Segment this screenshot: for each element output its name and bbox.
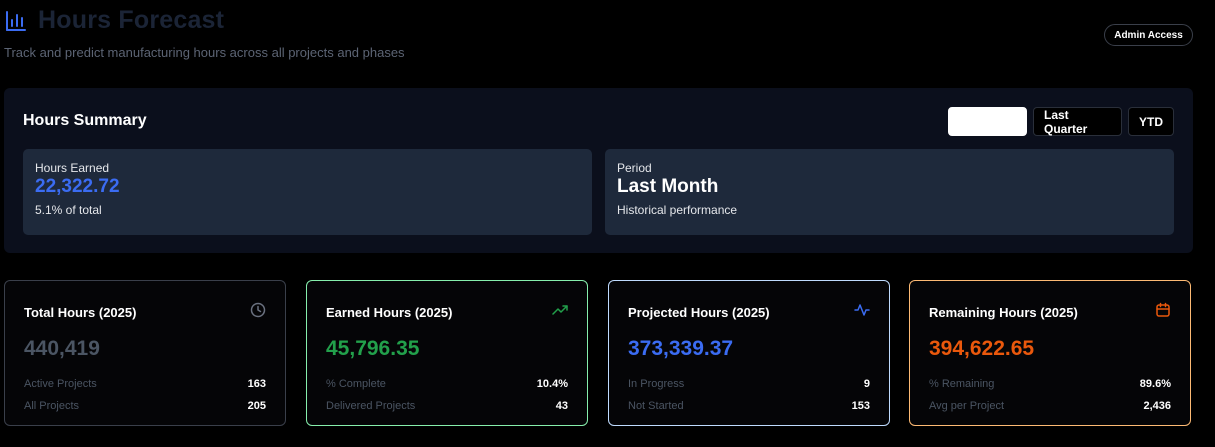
period-card: Period Last Month Historical performance bbox=[605, 149, 1174, 235]
stat-row-value: 153 bbox=[851, 400, 870, 412]
hours-earned-label: Hours Earned bbox=[35, 161, 110, 175]
stat-row: In Progress 9 bbox=[628, 373, 870, 395]
stat-row: % Complete 10.4% bbox=[326, 373, 568, 395]
remaining-hours-title: Remaining Hours (2025) bbox=[929, 305, 1078, 320]
stat-row-label: % Remaining bbox=[929, 378, 995, 390]
stat-row-value: 9 bbox=[863, 378, 870, 390]
stat-row-value: 2,436 bbox=[1143, 400, 1171, 412]
projected-hours-value: 373,339.37 bbox=[628, 337, 734, 360]
total-hours-value: 440,419 bbox=[24, 337, 100, 360]
period-button-ytd[interactable]: YTD bbox=[1128, 107, 1174, 136]
stat-row-value: 10.4% bbox=[536, 378, 568, 390]
earned-hours-title: Earned Hours (2025) bbox=[326, 305, 453, 320]
hours-earned-value: 22,322.72 bbox=[35, 176, 120, 197]
earned-hours-value: 45,796.35 bbox=[326, 337, 420, 360]
stat-row: Avg per Project 2,436 bbox=[929, 395, 1171, 417]
stat-row-value: 205 bbox=[247, 400, 266, 412]
activity-icon bbox=[854, 302, 870, 323]
stat-row: Active Projects 163 bbox=[24, 373, 266, 395]
period-label: Period bbox=[617, 161, 652, 175]
calendar-icon bbox=[1155, 302, 1171, 323]
stat-row: Not Started 153 bbox=[628, 395, 870, 417]
period-button-last-month[interactable] bbox=[948, 107, 1027, 136]
stat-row-label: Not Started bbox=[628, 400, 684, 412]
projected-hours-card: Projected Hours (2025) 373,339.37 In Pro… bbox=[608, 280, 890, 426]
page-subtitle: Track and predict manufacturing hours ac… bbox=[4, 45, 405, 60]
period-selector: Last Quarter YTD bbox=[948, 107, 1174, 136]
stat-row-label: Avg per Project bbox=[929, 400, 1005, 412]
stat-row-value: 43 bbox=[555, 400, 568, 412]
admin-access-badge[interactable]: Admin Access bbox=[1104, 24, 1193, 46]
stat-row-label: Active Projects bbox=[24, 378, 97, 390]
period-value: Last Month bbox=[617, 176, 719, 197]
stat-row-value: 163 bbox=[247, 378, 266, 390]
page-header: Hours Forecast bbox=[4, 6, 224, 35]
page-title: Hours Forecast bbox=[38, 6, 225, 34]
period-note: Historical performance bbox=[617, 203, 738, 217]
remaining-hours-value: 394,622.65 bbox=[929, 337, 1035, 360]
bar-chart-icon bbox=[4, 9, 28, 33]
total-hours-title: Total Hours (2025) bbox=[24, 305, 137, 320]
hours-forecast-page: Hours Forecast Track and predict manufac… bbox=[0, 0, 1215, 447]
stat-row-label: All Projects bbox=[24, 400, 80, 412]
summary-title: Hours Summary bbox=[23, 112, 147, 129]
stat-row: % Remaining 89.6% bbox=[929, 373, 1171, 395]
stat-row-label: In Progress bbox=[628, 378, 685, 390]
stat-row: All Projects 205 bbox=[24, 395, 266, 417]
stat-row-value: 89.6% bbox=[1139, 378, 1171, 390]
clock-icon bbox=[250, 302, 266, 323]
trending-up-icon bbox=[552, 302, 568, 323]
hours-earned-note: 5.1% of total bbox=[35, 203, 102, 217]
total-hours-card: Total Hours (2025) 440,419 Active Projec… bbox=[4, 280, 286, 426]
period-button-last-quarter[interactable]: Last Quarter bbox=[1033, 107, 1122, 136]
remaining-hours-card: Remaining Hours (2025) 394,622.65 % Rema… bbox=[909, 280, 1191, 426]
hours-earned-card: Hours Earned 22,322.72 5.1% of total bbox=[23, 149, 592, 235]
earned-hours-card: Earned Hours (2025) 45,796.35 % Complete… bbox=[306, 280, 588, 426]
projected-hours-title: Projected Hours (2025) bbox=[628, 305, 770, 320]
hours-summary-panel: Hours Summary Last Quarter YTD Hours Ear… bbox=[4, 88, 1193, 253]
stat-row: Delivered Projects 43 bbox=[326, 395, 568, 417]
stat-row-label: Delivered Projects bbox=[326, 400, 416, 412]
stat-row-label: % Complete bbox=[326, 378, 386, 390]
